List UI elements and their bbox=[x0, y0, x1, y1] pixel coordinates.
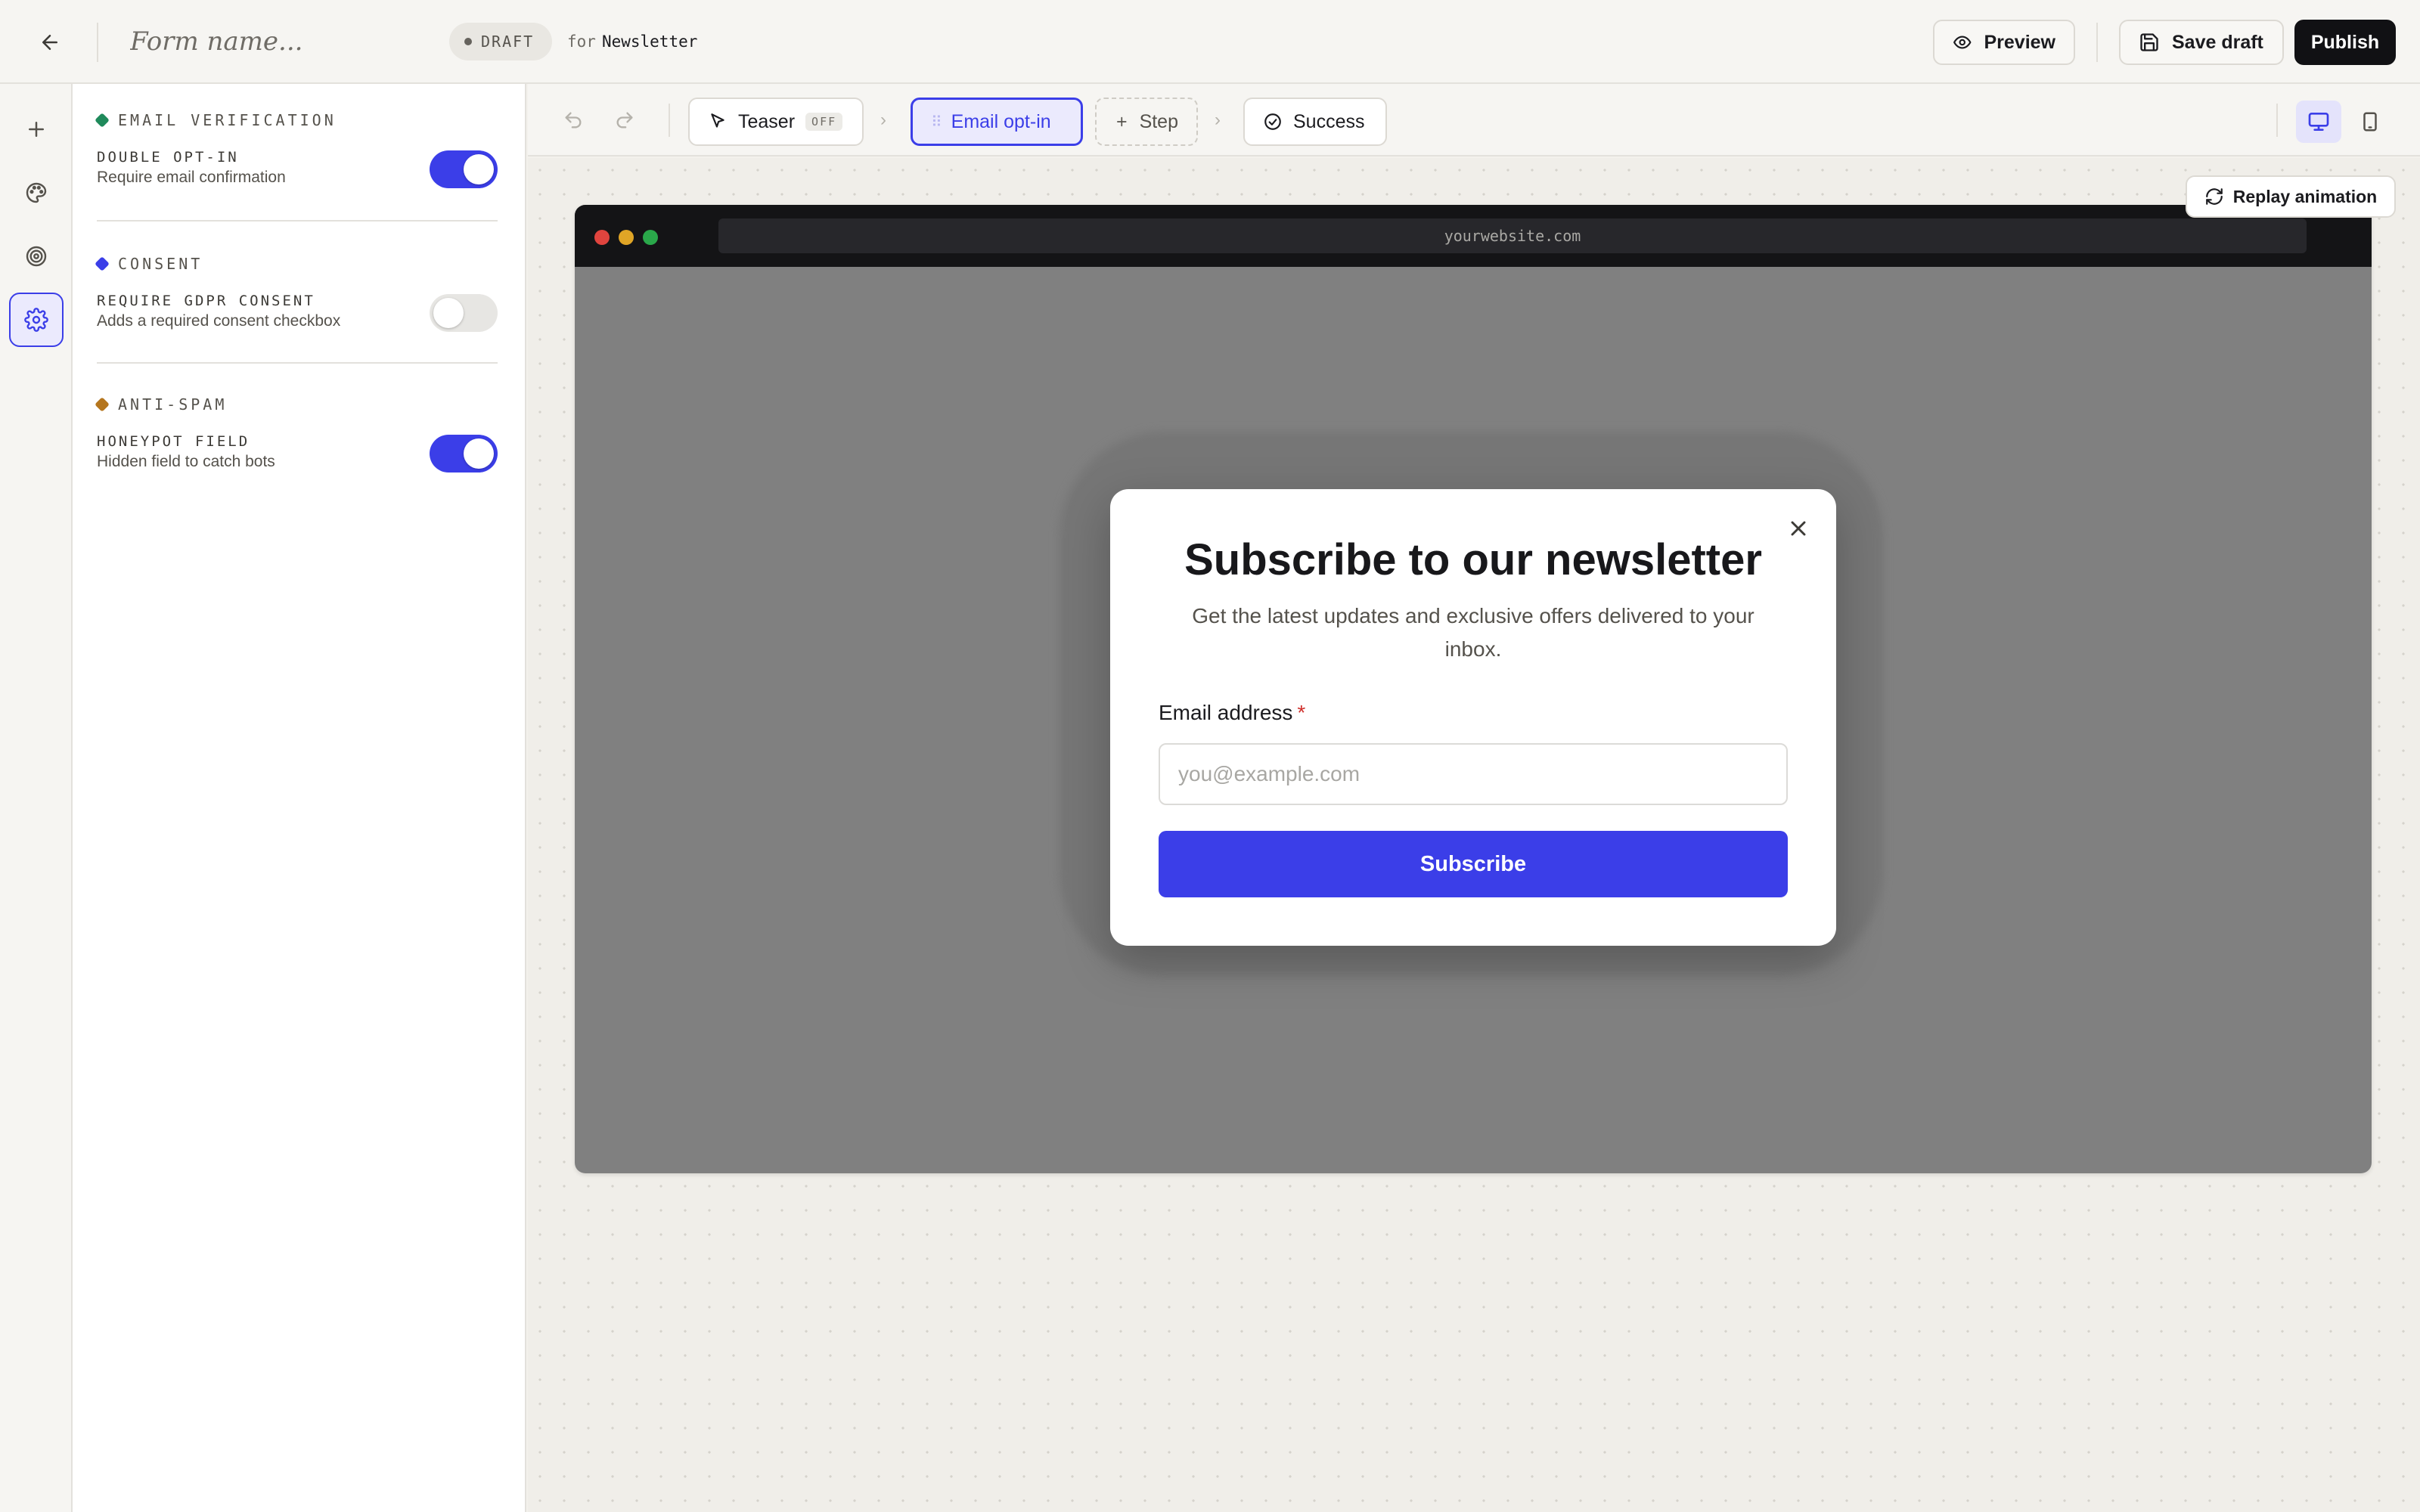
form-target: for Newsletter bbox=[567, 30, 697, 53]
toggle-knob bbox=[464, 438, 494, 469]
url-bar: yourwebsite.com bbox=[718, 218, 2307, 253]
section-header: EMAIL VERIFICATION bbox=[95, 110, 498, 131]
consent-section: CONSENT REQUIRE GDPR CONSENT Adds a requ… bbox=[95, 253, 498, 333]
step-label: Success bbox=[1293, 110, 1365, 132]
step-teaser[interactable]: Teaser OFF bbox=[688, 98, 864, 146]
plus-icon bbox=[29, 122, 44, 137]
newsletter-popup: Subscribe to our newsletter Get the late… bbox=[1110, 489, 1836, 946]
window-maximize-dot bbox=[643, 230, 658, 245]
rail-design-button[interactable] bbox=[9, 166, 64, 220]
status-badge-label: DRAFT bbox=[481, 33, 535, 51]
mobile-view-button[interactable] bbox=[2347, 101, 2393, 143]
chevron-right-icon: › bbox=[1215, 110, 1221, 130]
popup-title: Subscribe to our newsletter bbox=[1184, 535, 1762, 584]
form-name-input[interactable] bbox=[130, 23, 417, 60]
publish-button[interactable]: Publish bbox=[2294, 20, 2396, 65]
email-label-text: Email address bbox=[1159, 701, 1293, 724]
popup-subtitle: Get the latest updates and exclusive off… bbox=[1192, 604, 1754, 661]
floppy-disk-icon bbox=[2140, 33, 2158, 51]
cursor-click-icon bbox=[711, 113, 724, 128]
add-step-button[interactable]: Step bbox=[1095, 98, 1198, 146]
monitor-icon bbox=[2308, 113, 2329, 131]
toggle-knob bbox=[433, 298, 464, 328]
undo-icon bbox=[565, 112, 582, 129]
divider bbox=[97, 23, 98, 62]
honeypot-setting: HONEYPOT FIELD Hidden field to catch bot… bbox=[97, 432, 498, 474]
section-dot bbox=[95, 113, 110, 128]
arrow-left-icon bbox=[42, 35, 57, 50]
save-draft-label: Save draft bbox=[2172, 31, 2263, 53]
target-icon bbox=[26, 246, 47, 267]
palette-icon bbox=[26, 182, 47, 203]
rail-targeting-button[interactable] bbox=[9, 229, 64, 284]
step-off-badge: OFF bbox=[805, 113, 843, 131]
step-email-opt-in[interactable]: ⠿ Email opt-in bbox=[911, 98, 1083, 146]
refresh-icon bbox=[2205, 188, 2223, 205]
divider bbox=[2276, 104, 2278, 137]
status-badge: DRAFT bbox=[449, 23, 553, 60]
honeypot-toggle[interactable] bbox=[430, 435, 498, 472]
window-close-dot bbox=[594, 230, 610, 245]
email-label: Email address * bbox=[1159, 701, 1305, 725]
section-header: ANTI-SPAM bbox=[95, 394, 498, 415]
browser-toolbar: yourwebsite.com bbox=[575, 205, 2372, 267]
desktop-view-button[interactable] bbox=[2296, 101, 2341, 143]
divider bbox=[669, 104, 670, 137]
preview-button[interactable]: Preview bbox=[1933, 20, 2075, 65]
eye-icon bbox=[1953, 36, 1972, 49]
step-bar: Teaser OFF › ⠿ Email opt-in Step › Succe… bbox=[528, 84, 2420, 156]
replay-label: Replay animation bbox=[2232, 186, 2378, 206]
top-bar: DRAFT for Newsletter Preview Save draft P… bbox=[0, 0, 2420, 84]
anti-spam-section: ANTI-SPAM HONEYPOT FIELD Hidden field to… bbox=[95, 394, 498, 474]
window-minimize-dot bbox=[619, 230, 634, 245]
redo-icon bbox=[616, 112, 633, 129]
section-divider bbox=[97, 362, 498, 364]
gdpr-consent-toggle[interactable] bbox=[430, 294, 498, 332]
subscribe-button[interactable]: Subscribe bbox=[1159, 831, 1788, 897]
for-label: for bbox=[567, 33, 596, 51]
gear-icon bbox=[24, 308, 48, 332]
section-header: CONSENT bbox=[95, 253, 498, 274]
section-title: EMAIL VERIFICATION bbox=[118, 111, 337, 129]
chevron-right-icon: › bbox=[880, 110, 886, 130]
icon-rail bbox=[0, 84, 73, 1512]
step-success[interactable]: Success bbox=[1243, 98, 1387, 146]
settings-panel: EMAIL VERIFICATION DOUBLE OPT-IN Require… bbox=[73, 84, 526, 1512]
step-label: Email opt-in bbox=[951, 110, 1051, 132]
required-marker: * bbox=[1297, 701, 1306, 724]
email-field[interactable] bbox=[1159, 743, 1788, 805]
section-dot bbox=[95, 397, 110, 412]
undo-button[interactable] bbox=[555, 102, 591, 138]
divider bbox=[2096, 23, 2098, 62]
section-dot bbox=[95, 256, 110, 271]
gdpr-consent-setting: REQUIRE GDPR CONSENT Adds a required con… bbox=[97, 291, 498, 333]
check-circle-icon bbox=[1264, 113, 1281, 130]
replay-animation-button[interactable]: Replay animation bbox=[2186, 175, 2396, 218]
email-verification-section: EMAIL VERIFICATION DOUBLE OPT-IN Require… bbox=[95, 110, 498, 190]
double-opt-in-setting: DOUBLE OPT-IN Require email confirmation bbox=[97, 147, 498, 190]
section-title: CONSENT bbox=[118, 255, 203, 273]
back-button[interactable] bbox=[33, 27, 67, 57]
section-divider bbox=[97, 220, 498, 222]
status-dot bbox=[464, 38, 472, 45]
section-title: ANTI-SPAM bbox=[118, 395, 228, 414]
rail-settings-button[interactable] bbox=[9, 293, 64, 347]
step-label: Step bbox=[1139, 110, 1178, 132]
save-draft-button[interactable]: Save draft bbox=[2119, 20, 2284, 65]
preview-label: Preview bbox=[1984, 31, 2055, 53]
redo-button[interactable] bbox=[607, 102, 643, 138]
double-opt-in-toggle[interactable] bbox=[430, 150, 498, 188]
step-label: Teaser bbox=[738, 110, 796, 132]
drag-handle-icon[interactable]: ⠿ bbox=[931, 113, 942, 132]
browser-mockup: yourwebsite.com Subscribe to our newslet… bbox=[575, 205, 2372, 1173]
target-name: Newsletter bbox=[601, 33, 698, 51]
toggle-knob bbox=[464, 154, 494, 184]
rail-add-button[interactable] bbox=[9, 102, 64, 156]
plus-icon bbox=[1117, 116, 1127, 127]
smartphone-icon bbox=[2363, 112, 2377, 132]
